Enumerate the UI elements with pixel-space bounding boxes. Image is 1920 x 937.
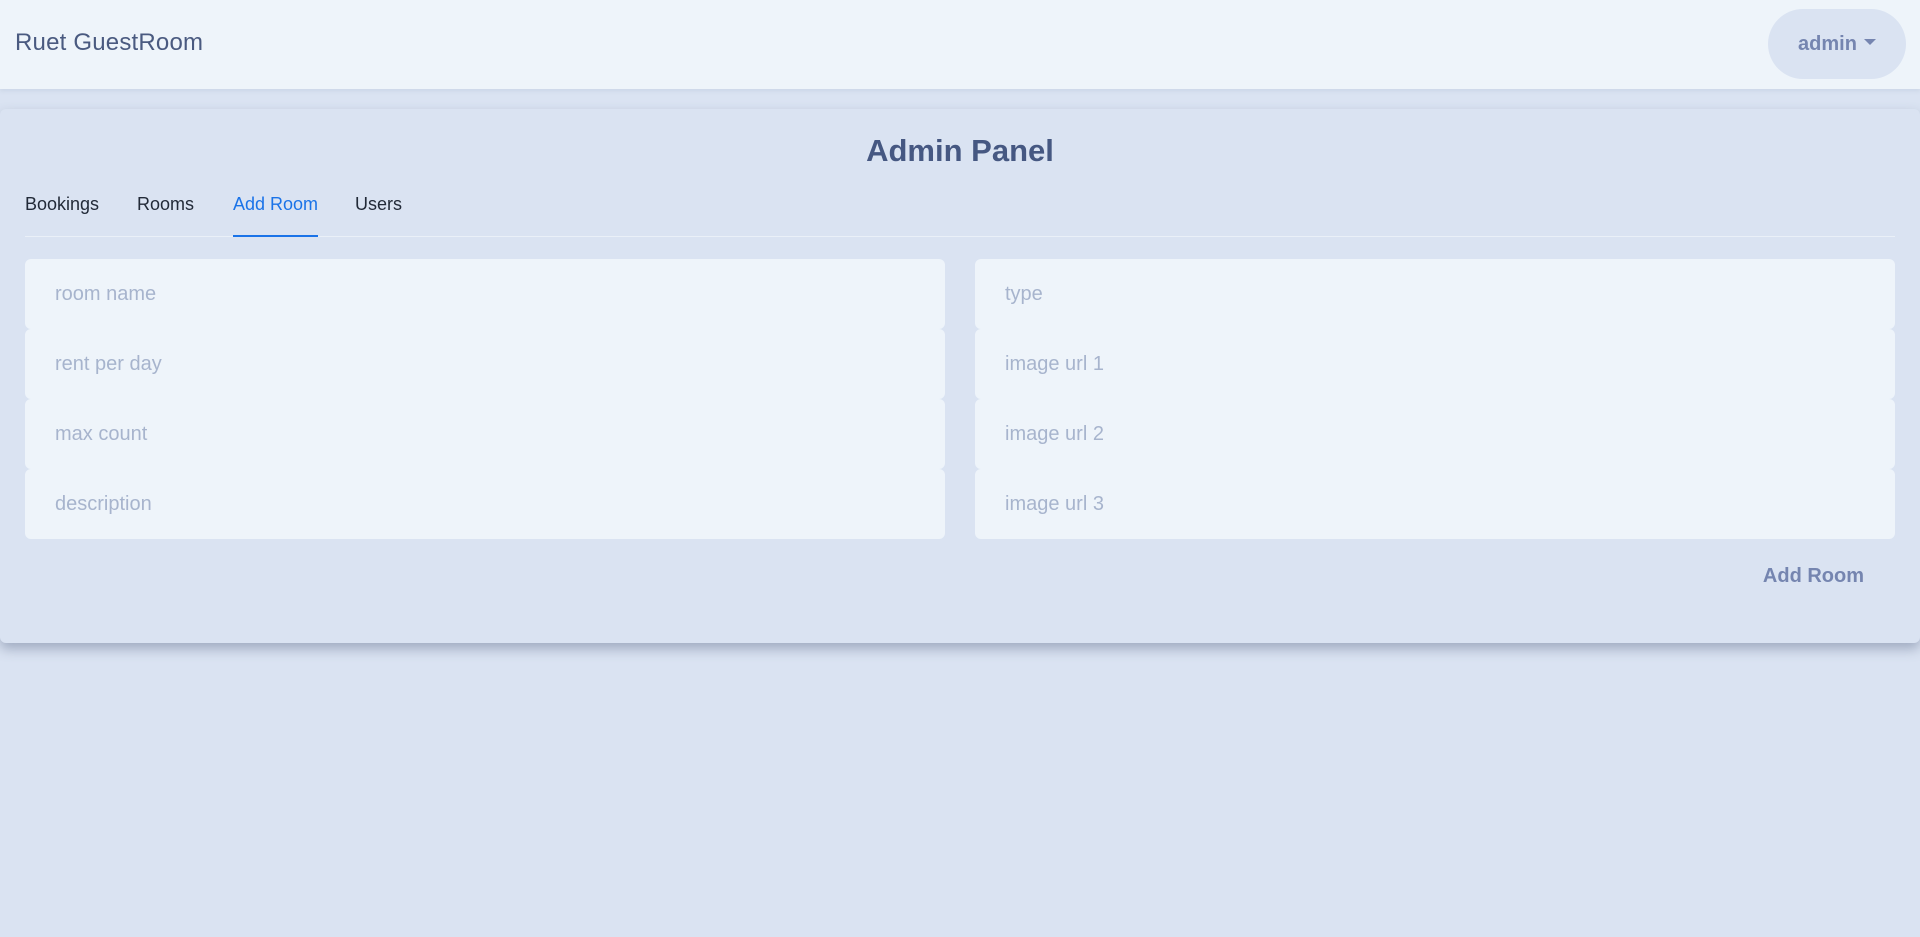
brand-title[interactable]: Ruet GuestRoom (15, 29, 203, 57)
description-input[interactable] (25, 469, 945, 539)
tab-users[interactable]: Users (355, 189, 402, 237)
max-count-input[interactable] (25, 399, 945, 469)
top-navbar: Ruet GuestRoom admin (0, 0, 1920, 89)
admin-panel-card: Admin Panel Bookings Rooms Add Room User… (0, 109, 1920, 643)
rent-per-day-input[interactable] (25, 329, 945, 399)
image-url-3-input[interactable] (975, 469, 1895, 539)
tab-rooms[interactable]: Rooms (137, 189, 194, 237)
tab-add-room[interactable]: Add Room (233, 189, 319, 237)
page-title: Admin Panel (866, 133, 1054, 168)
user-menu-button[interactable]: admin (1768, 9, 1906, 79)
add-room-button[interactable]: Add Room (1740, 555, 1888, 597)
image-url-2-input[interactable] (975, 399, 1895, 469)
room-name-input[interactable] (25, 259, 945, 329)
image-url-1-input[interactable] (975, 329, 1895, 399)
type-input[interactable] (975, 259, 1895, 329)
caret-down-icon (1863, 39, 1876, 45)
user-menu-label: admin (1798, 32, 1857, 55)
tab-bar: Bookings Rooms Add Room Users (25, 189, 1895, 237)
tab-bookings[interactable]: Bookings (25, 189, 99, 237)
